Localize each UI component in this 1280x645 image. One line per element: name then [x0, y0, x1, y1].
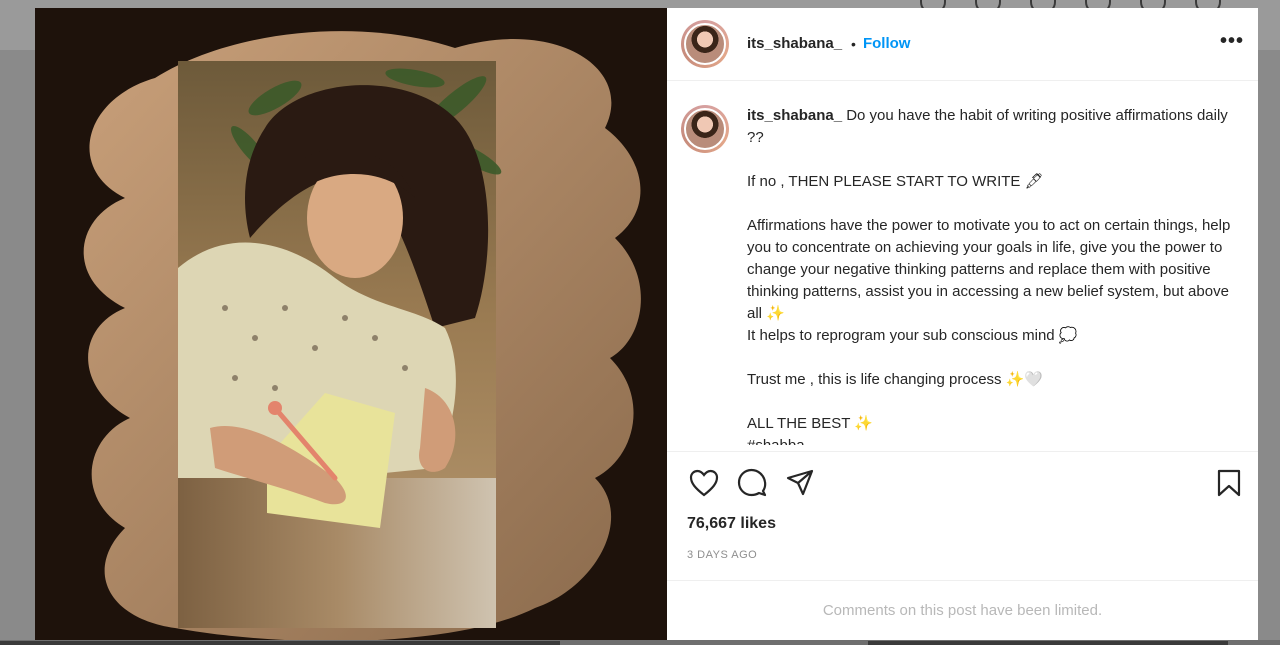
follow-button[interactable]: Follow — [863, 35, 911, 52]
caption-avatar[interactable] — [681, 104, 729, 153]
caption-scroll-edge — [667, 445, 1258, 452]
like-button[interactable] — [687, 466, 721, 500]
comments-limited-notice: Comments on this post have been limited. — [667, 580, 1258, 640]
bookmark-icon — [1217, 470, 1241, 497]
post-username[interactable]: its_shabana_ — [747, 35, 842, 52]
avatar-image — [684, 107, 726, 150]
paper-plane-icon — [786, 470, 814, 496]
post-header: its_shabana_ • Follow ••• — [667, 8, 1258, 81]
post-media[interactable] — [35, 8, 667, 640]
avatar-image — [684, 22, 726, 65]
background-grid-thumbnail — [868, 641, 1228, 645]
more-options-icon[interactable]: ••• — [1220, 31, 1244, 51]
post-details-panel: its_shabana_ • Follow ••• its_shabana_ D… — [667, 8, 1258, 640]
comment-icon — [737, 469, 767, 497]
caption-text: its_shabana_ Do you have the habit of wr… — [747, 105, 1242, 451]
post-modal: its_shabana_ • Follow ••• its_shabana_ D… — [35, 8, 1258, 640]
caption-username[interactable]: its_shabana_ — [747, 107, 842, 124]
save-button[interactable] — [1212, 466, 1246, 500]
heart-icon — [689, 470, 719, 497]
caption-body: Do you have the habit of writing positiv… — [747, 106, 1231, 451]
post-photo — [83, 31, 641, 640]
comment-button[interactable] — [735, 466, 769, 500]
likes-count[interactable]: 76,667 likes — [667, 514, 1258, 540]
background-grid-thumbnail — [0, 641, 560, 645]
post-timestamp[interactable]: 3 DAYS AGO — [667, 540, 1258, 580]
post-actions — [667, 452, 1258, 514]
avatar[interactable] — [681, 19, 729, 68]
caption-area[interactable]: its_shabana_ Do you have the habit of wr… — [667, 81, 1258, 453]
separator-dot: • — [851, 35, 856, 52]
share-button[interactable] — [783, 466, 817, 500]
